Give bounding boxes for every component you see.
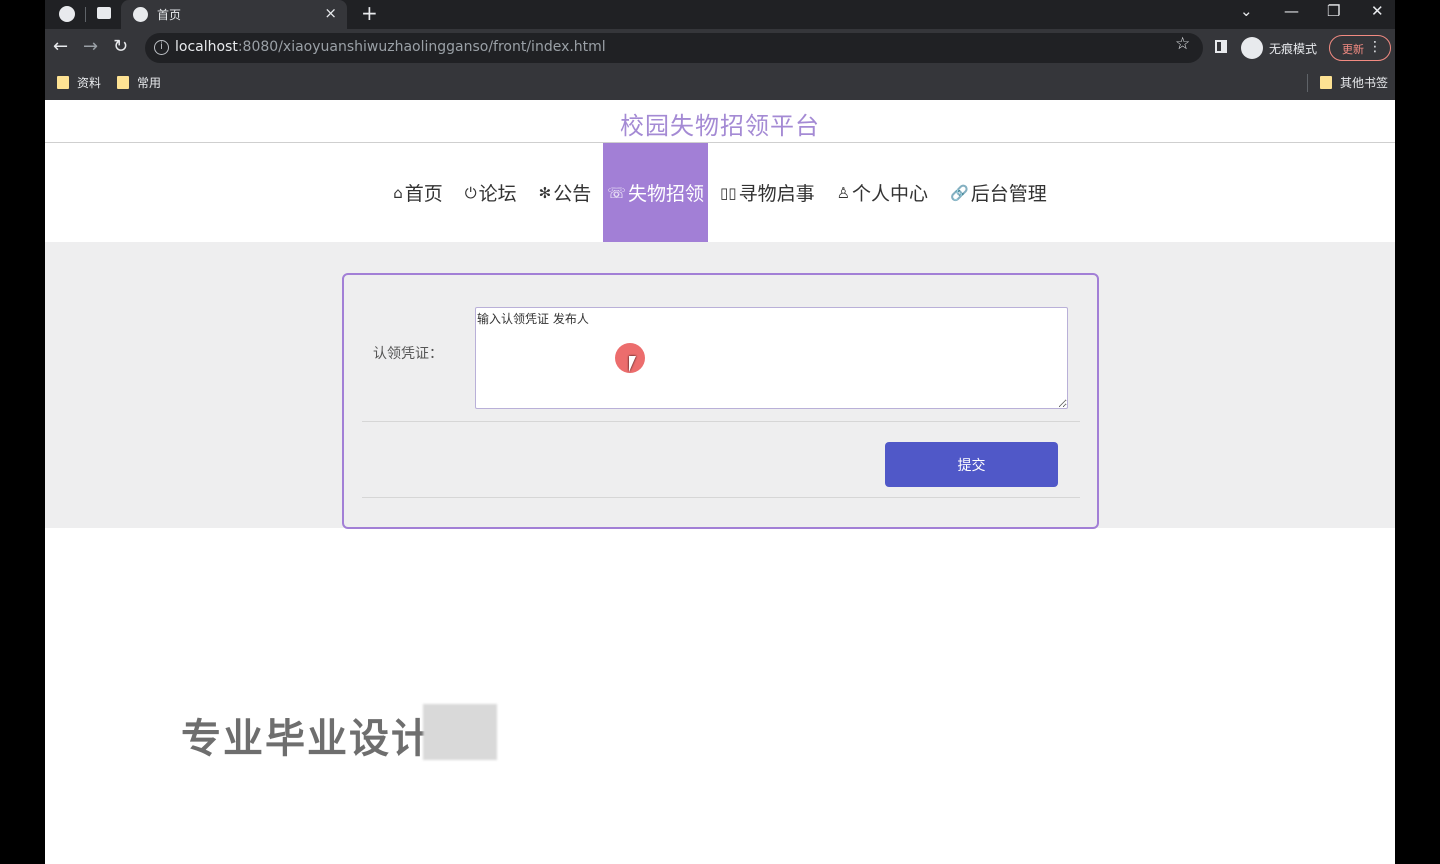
tab-home[interactable]: 首页 × [121, 0, 347, 29]
bookmarks-bar: 资料 常用 其他书签 [45, 66, 1395, 100]
main-nav: ⌂ 首页 ⏻ 论坛 ✻ 公告 ☏ 失物招领 ▯▯ 寻物启事 ♙ 个人中心 🔗 后… [45, 143, 1395, 242]
browser-toolbar: ← → ↻ i localhost:8080/xiaoyuanshiwuzhao… [45, 29, 1395, 66]
update-button[interactable]: 更新 ⋮ [1329, 35, 1391, 61]
incognito-icon [1241, 37, 1263, 59]
bookmark-folder[interactable]: 资料 [57, 74, 101, 91]
bookmark-label: 常用 [137, 76, 162, 90]
site-title: 校园失物招领平台 [620, 112, 820, 140]
link-icon: 🔗 [950, 183, 969, 202]
nav-item-admin[interactable]: 🔗 后台管理 [940, 143, 1057, 242]
forward-arrow-icon[interactable]: → [83, 36, 98, 57]
site-header: 校园失物招领平台 [45, 100, 1395, 143]
watermark: 专业毕业设计 [181, 716, 433, 762]
claim-form: 认领凭证： 输入认领凭证 发布人 提交 [342, 273, 1099, 529]
nav-label: 失物招领 [628, 183, 705, 205]
back-arrow-icon[interactable]: ← [53, 36, 68, 57]
close-icon[interactable]: × [324, 4, 337, 22]
bookmark-star-icon[interactable]: ☆ [1175, 34, 1190, 54]
site-info-icon[interactable]: i [154, 40, 169, 55]
phone-icon: ☏ [607, 183, 627, 202]
bookmark-folder[interactable]: 常用 [117, 74, 161, 91]
tab-group-icon[interactable] [97, 7, 111, 19]
menu-dots-icon[interactable]: ⋮ [1368, 39, 1382, 55]
other-bookmarks[interactable]: 其他书签 [1320, 74, 1388, 91]
nav-item-lost-found[interactable]: ☏ 失物招领 [603, 143, 709, 242]
snowflake-icon: ✻ [538, 183, 552, 202]
tab-search-icon[interactable] [59, 6, 75, 22]
url-text[interactable]: localhost:8080/xiaoyuanshiwuzhaolinggans… [175, 39, 606, 55]
globe-icon [133, 7, 148, 22]
user-icon: ♙ [836, 183, 851, 202]
nav-item-profile[interactable]: ♙ 个人中心 [827, 143, 938, 242]
folder-icon [57, 76, 69, 89]
mouse-cursor-icon [629, 356, 636, 372]
nav-label: 后台管理 [970, 183, 1047, 205]
home-icon: ⌂ [393, 183, 403, 202]
tab-search-chevron-icon[interactable]: ⌄ [1240, 2, 1253, 20]
tab-strip: 首页 × + ⌄ — ❐ ✕ [45, 0, 1395, 29]
nav-label: 公告 [553, 183, 592, 205]
nav-label: 个人中心 [852, 183, 929, 205]
bookmarks-divider [1307, 74, 1308, 92]
divider [362, 497, 1080, 498]
web-page: 校园失物招领平台 ⌂ 首页 ⏻ 论坛 ✻ 公告 ☏ 失物招领 ▯▯ 寻物启事 ♙… [45, 100, 1395, 864]
nav-item-lost-notice[interactable]: ▯▯ 寻物启事 [710, 143, 825, 242]
other-bookmarks-label: 其他书签 [1340, 76, 1389, 90]
side-panel-icon[interactable] [1215, 40, 1227, 53]
nav-label: 寻物启事 [738, 183, 815, 205]
content-band: 认领凭证： 输入认领凭证 发布人 提交 [45, 242, 1395, 529]
divider [362, 421, 1080, 422]
power-icon: ⏻ [464, 183, 477, 202]
nav-item-home[interactable]: ⌂ 首页 [383, 143, 453, 242]
close-window-button[interactable]: ✕ [1371, 2, 1384, 20]
incognito-label: 无痕模式 [1269, 42, 1318, 56]
columns-icon: ▯▯ [720, 183, 737, 202]
folder-icon [117, 76, 129, 89]
nav-item-announcements[interactable]: ✻ 公告 [529, 143, 602, 242]
claim-proof-textarea[interactable]: 输入认领凭证 发布人 [475, 307, 1068, 409]
submit-button[interactable]: 提交 [885, 442, 1058, 487]
minimize-button[interactable]: — [1284, 2, 1299, 20]
reload-icon[interactable]: ↻ [113, 36, 128, 57]
watermark-blur [423, 704, 497, 760]
restore-button[interactable]: ❐ [1327, 2, 1340, 20]
nav-label: 论坛 [478, 183, 517, 205]
bookmark-label: 资料 [77, 76, 102, 90]
claim-proof-label: 认领凭证： [373, 346, 443, 362]
nav-item-forum[interactable]: ⏻ 论坛 [455, 143, 527, 242]
tab-title: 首页 [157, 8, 182, 22]
url-path: :8080/xiaoyuanshiwuzhaolingganso/front/i… [237, 39, 606, 55]
folder-icon [1320, 76, 1332, 89]
nav-label: 首页 [404, 183, 443, 205]
tab-divider [85, 7, 86, 22]
address-bar[interactable]: i localhost:8080/xiaoyuanshiwuzhaolingga… [145, 33, 1203, 63]
new-tab-button[interactable]: + [361, 1, 378, 25]
update-label: 更新 [1342, 43, 1364, 56]
url-host: localhost [175, 39, 238, 55]
